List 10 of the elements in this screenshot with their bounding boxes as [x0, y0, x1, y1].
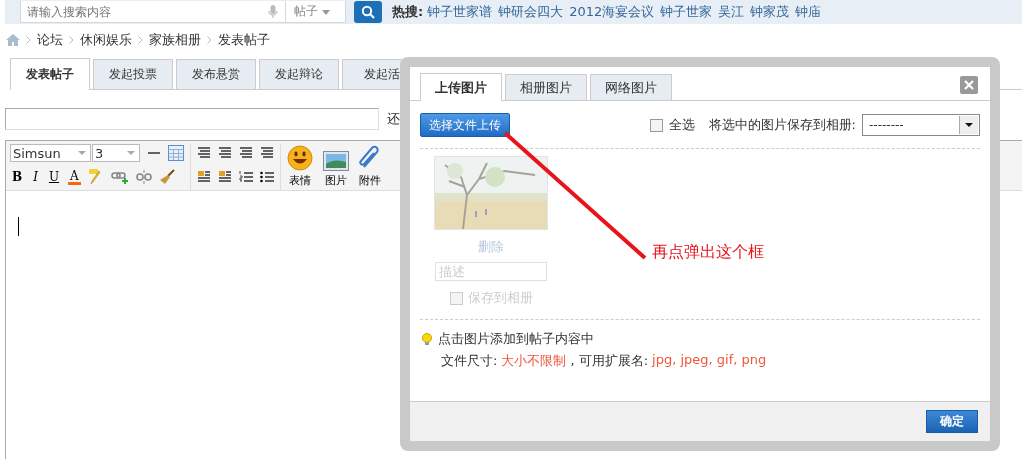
title-hint: 还 [387, 110, 400, 128]
extension-label: , 可用扩展名: [570, 352, 649, 370]
hot-search-label: 热搜: [392, 3, 424, 21]
extension-value: jpg, jpeg, gif, png [652, 352, 767, 369]
file-size-label: 文件尺寸: [441, 352, 498, 370]
save-to-album-label: 将选中的图片保存到相册: [708, 116, 856, 134]
annotation-text: 再点弹出这个框 [652, 242, 764, 263]
file-size-value: 大小不限制 [501, 352, 567, 370]
hint-text: 点击图片添加到帖子内容中 [438, 330, 594, 348]
select-all-label: 全选 [668, 116, 695, 134]
